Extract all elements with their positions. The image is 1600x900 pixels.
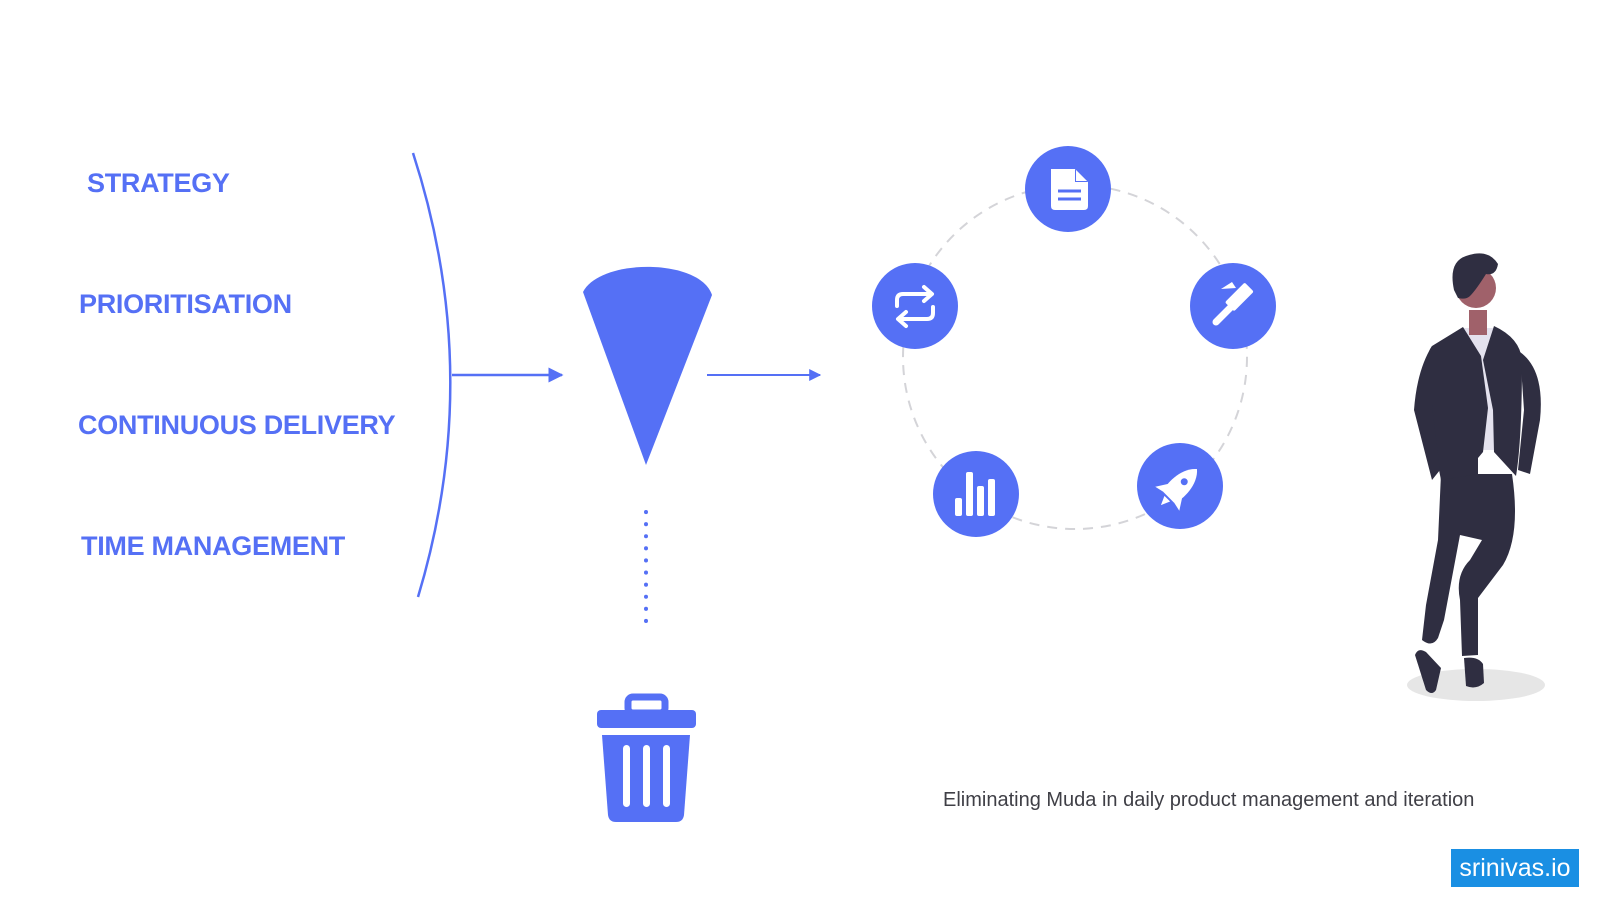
brand-badge: srinivas.io bbox=[1451, 849, 1579, 887]
bar-chart-icon bbox=[933, 451, 1019, 537]
hammer-icon bbox=[1190, 263, 1276, 349]
diagram-canvas bbox=[411, 146, 1545, 822]
grouping-bracket bbox=[411, 152, 452, 598]
document-icon bbox=[1025, 146, 1111, 232]
repeat-icon bbox=[872, 263, 958, 349]
funnel-icon bbox=[583, 266, 712, 465]
trash-icon bbox=[597, 693, 696, 822]
rocket-icon bbox=[1137, 443, 1223, 529]
caption-text: Eliminating Muda in daily product manage… bbox=[943, 789, 1475, 811]
businessman-illustration bbox=[1407, 253, 1545, 701]
